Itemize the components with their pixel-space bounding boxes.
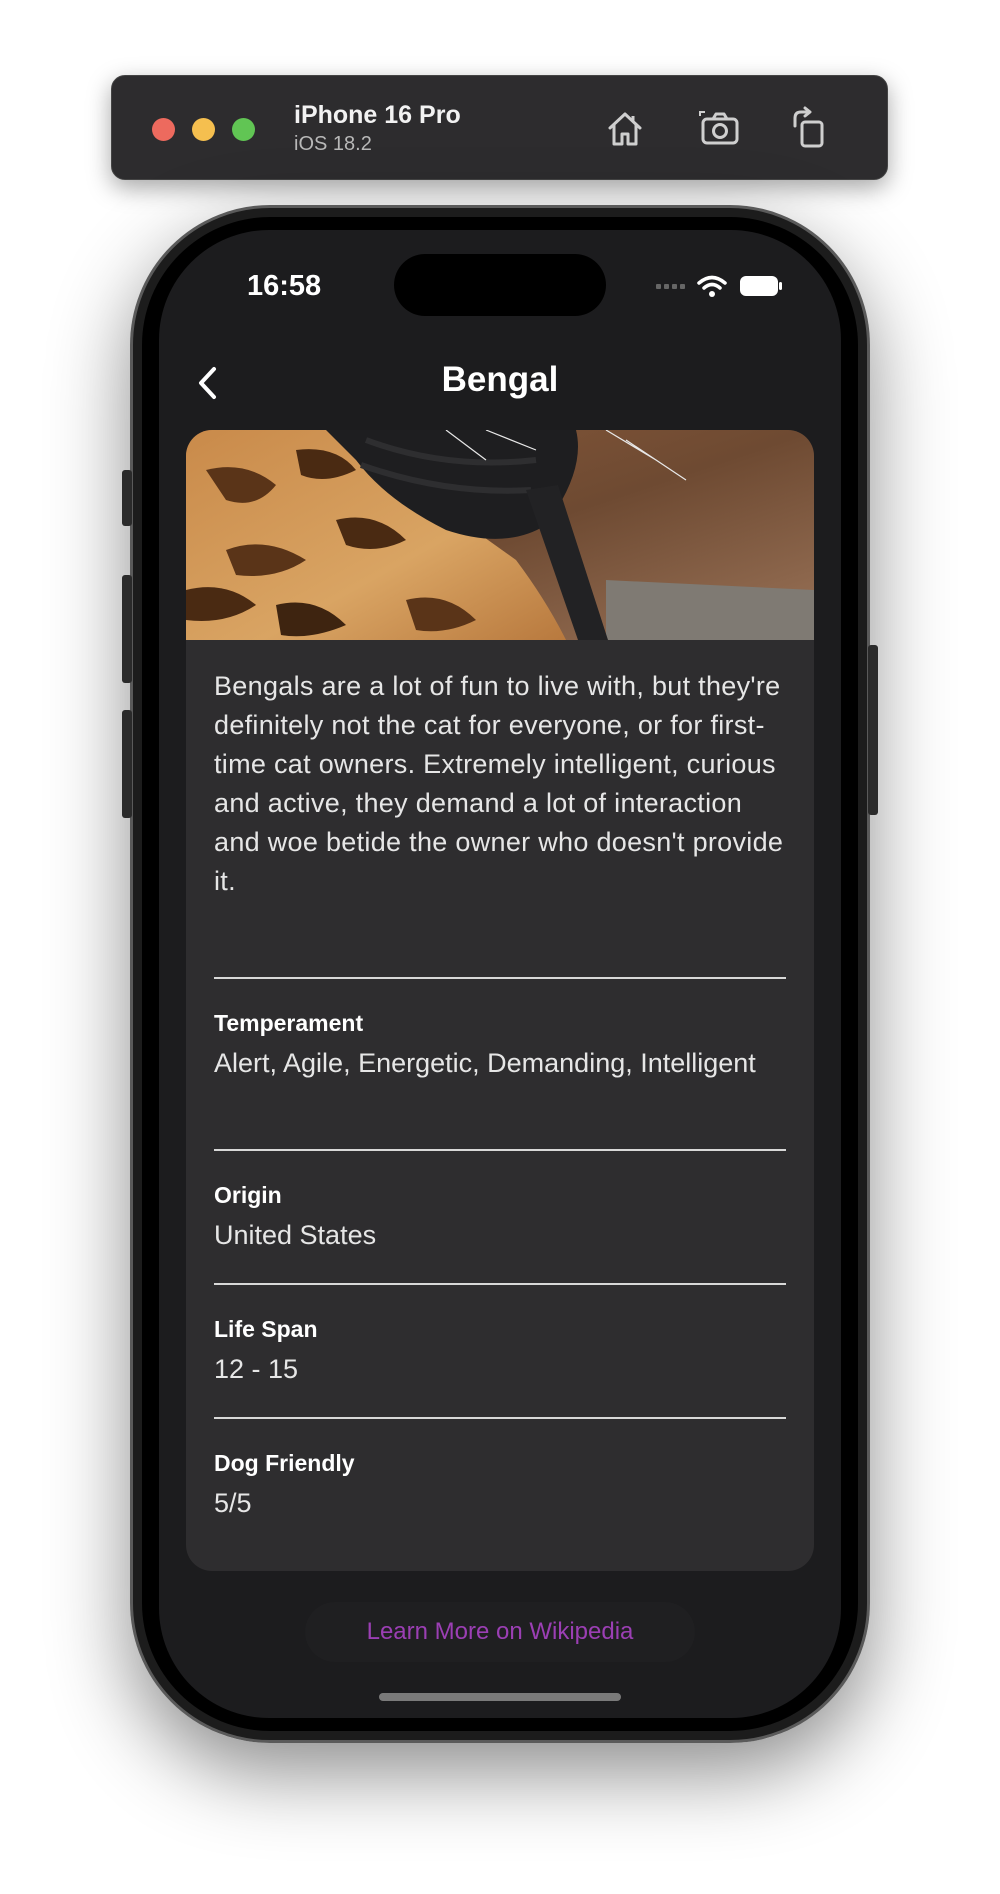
temperament-value: Alert, Agile, Energetic, Demanding, Inte… <box>214 1048 756 1078</box>
origin-label: Origin <box>214 1182 282 1208</box>
home-indicator[interactable] <box>379 1693 621 1701</box>
page-title: Bengal <box>441 360 559 399</box>
screenshot-icon[interactable] <box>697 106 743 152</box>
status-icons <box>656 273 783 299</box>
device-name: iPhone 16 Pro <box>294 101 461 129</box>
life-span-label: Life Span <box>214 1316 318 1342</box>
status-time: 16:58 <box>247 270 322 302</box>
divider <box>214 977 786 979</box>
rotate-icon[interactable] <box>787 106 833 152</box>
os-version: iOS 18.2 <box>294 133 372 155</box>
breed-image <box>186 430 814 640</box>
volume-up-button[interactable] <box>122 575 132 683</box>
origin-value: United States <box>214 1220 377 1250</box>
simulator-toolbar: iPhone 16 Pro iOS 18.2 <box>111 75 888 180</box>
battery-icon <box>740 276 782 296</box>
dog-friendly-label: Dog Friendly <box>214 1450 355 1476</box>
life-span-value: 12 - 15 <box>214 1354 299 1384</box>
wikipedia-link-button[interactable]: Learn More on Wikipedia <box>305 1602 695 1662</box>
dynamic-island <box>394 254 606 316</box>
volume-down-button[interactable] <box>122 710 132 818</box>
divider <box>214 1417 786 1419</box>
phone-screen: 16:58 Bengal Bengals are a lot of fun to… <box>159 230 841 1718</box>
minimize-window-button[interactable] <box>192 118 215 141</box>
home-icon[interactable] <box>602 106 648 152</box>
divider <box>214 1149 786 1151</box>
cellular-icon <box>656 283 685 289</box>
breed-description: Bengals are a lot of fun to live with, b… <box>214 671 784 896</box>
breed-card: Bengals are a lot of fun to live with, b… <box>186 430 814 1571</box>
side-button[interactable] <box>868 645 878 815</box>
zoom-window-button[interactable] <box>232 118 255 141</box>
temperament-label: Temperament <box>214 1010 364 1036</box>
wifi-icon <box>697 275 727 297</box>
dog-friendly-value: 5/5 <box>214 1488 252 1518</box>
close-window-button[interactable] <box>152 118 175 141</box>
action-button[interactable] <box>122 470 132 526</box>
divider <box>214 1283 786 1285</box>
